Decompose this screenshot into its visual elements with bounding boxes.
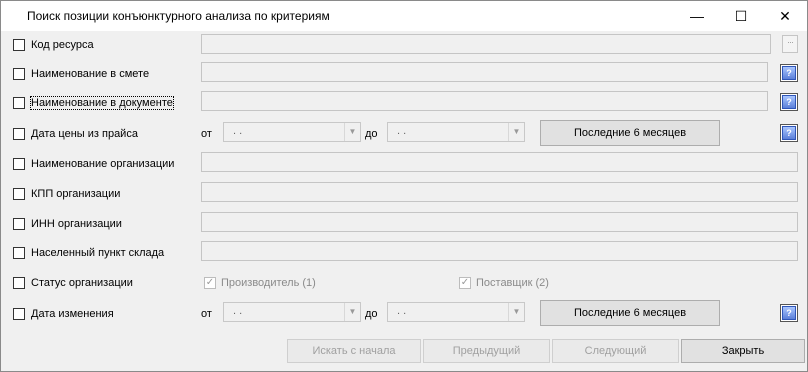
- warehouse-locality-input[interactable]: [201, 241, 798, 261]
- help-button-price-date[interactable]: ?: [780, 124, 798, 142]
- price-date-from-label: от: [201, 128, 212, 140]
- search-from-start-label: Искать с начала: [312, 345, 396, 357]
- minimize-button[interactable]: —: [675, 1, 719, 31]
- checkbox-org-kpp[interactable]: [13, 188, 25, 200]
- checkbox-name-in-estimate[interactable]: [13, 68, 25, 80]
- help-button-estimate[interactable]: ?: [780, 64, 798, 82]
- title-bar: Поиск позиции конъюнктурного анализа по …: [1, 1, 807, 31]
- change-date-last6-label: Последние 6 месяцев: [573, 307, 687, 319]
- resource-code-input[interactable]: [201, 34, 771, 54]
- help-button-change-date[interactable]: ?: [780, 304, 798, 322]
- price-date-to-picker[interactable]: . . ▼: [387, 122, 525, 142]
- help-icon: ?: [782, 95, 796, 109]
- checkbox-org-status[interactable]: [13, 277, 25, 289]
- window-title: Поиск позиции конъюнктурного анализа по …: [27, 9, 330, 23]
- close-icon: ✕: [779, 7, 791, 24]
- ellipsis-icon: ···: [787, 37, 794, 47]
- checkbox-warehouse-locality[interactable]: [13, 247, 25, 259]
- producer-checkbox[interactable]: ✓: [204, 277, 216, 289]
- price-date-from-picker[interactable]: . . ▼: [223, 122, 361, 142]
- producer-label: Производитель (1): [221, 277, 316, 289]
- price-date-from-value: . .: [233, 125, 243, 137]
- label-resource-code: Код ресурса: [31, 39, 94, 51]
- close-label: Закрыть: [721, 345, 765, 357]
- label-warehouse-locality: Населенный пункт склада: [31, 247, 165, 259]
- chevron-down-icon: ▼: [344, 303, 360, 321]
- name-in-document-input[interactable]: [201, 91, 768, 111]
- close-button[interactable]: Закрыть: [681, 339, 805, 363]
- close-window-button[interactable]: ✕: [763, 1, 807, 31]
- name-in-estimate-input[interactable]: [201, 62, 768, 82]
- label-org-name: Наименование организации: [31, 158, 175, 170]
- checkbox-resource-code[interactable]: [13, 39, 25, 51]
- search-dialog: Поиск позиции конъюнктурного анализа по …: [0, 0, 808, 372]
- previous-button[interactable]: Предыдущий: [423, 339, 550, 363]
- change-date-to-picker[interactable]: . . ▼: [387, 302, 525, 322]
- chevron-down-icon: ▼: [508, 303, 524, 321]
- price-date-last6-button[interactable]: Последние 6 месяцев: [540, 120, 720, 146]
- help-icon: ?: [782, 66, 796, 80]
- org-name-input[interactable]: [201, 152, 798, 172]
- chevron-down-icon: ▼: [508, 123, 524, 141]
- checkbox-change-date[interactable]: [13, 308, 25, 320]
- org-inn-input[interactable]: [201, 212, 798, 232]
- next-button[interactable]: Следующий: [552, 339, 679, 363]
- maximize-button[interactable]: ☐: [719, 1, 763, 31]
- search-from-start-button[interactable]: Искать с начала: [287, 339, 421, 363]
- change-date-from-label: от: [201, 308, 212, 320]
- label-name-in-estimate: Наименование в смете: [31, 68, 150, 80]
- change-date-from-picker[interactable]: . . ▼: [223, 302, 361, 322]
- label-price-date: Дата цены из прайса: [31, 128, 138, 140]
- next-label: Следующий: [584, 345, 647, 357]
- org-kpp-input[interactable]: [201, 182, 798, 202]
- change-date-to-value: . .: [397, 305, 407, 317]
- label-org-inn: ИНН организации: [31, 218, 122, 230]
- minimize-icon: —: [690, 8, 704, 24]
- label-org-status: Статус организации: [31, 277, 133, 289]
- price-date-to-label: до: [365, 128, 378, 140]
- change-date-to-label: до: [365, 308, 378, 320]
- checkbox-org-inn[interactable]: [13, 218, 25, 230]
- previous-label: Предыдущий: [452, 345, 521, 357]
- checkbox-price-date[interactable]: [13, 128, 25, 140]
- label-name-in-document: Наименование в документе: [30, 96, 174, 110]
- help-icon: ?: [782, 126, 796, 140]
- help-icon: ?: [782, 306, 796, 320]
- chevron-down-icon: ▼: [344, 123, 360, 141]
- supplier-label: Поставщик (2): [476, 277, 549, 289]
- help-button-document[interactable]: ?: [780, 93, 798, 111]
- price-date-last6-label: Последние 6 месяцев: [573, 127, 687, 139]
- label-org-kpp: КПП организации: [31, 188, 121, 200]
- price-date-to-value: . .: [397, 125, 407, 137]
- label-change-date: Дата изменения: [31, 308, 114, 320]
- maximize-icon: ☐: [734, 7, 748, 24]
- supplier-checkbox[interactable]: ✓: [459, 277, 471, 289]
- browse-resource-button[interactable]: ···: [782, 35, 798, 53]
- change-date-last6-button[interactable]: Последние 6 месяцев: [540, 300, 720, 326]
- checkbox-name-in-document[interactable]: [13, 97, 25, 109]
- change-date-from-value: . .: [233, 305, 243, 317]
- checkbox-org-name[interactable]: [13, 158, 25, 170]
